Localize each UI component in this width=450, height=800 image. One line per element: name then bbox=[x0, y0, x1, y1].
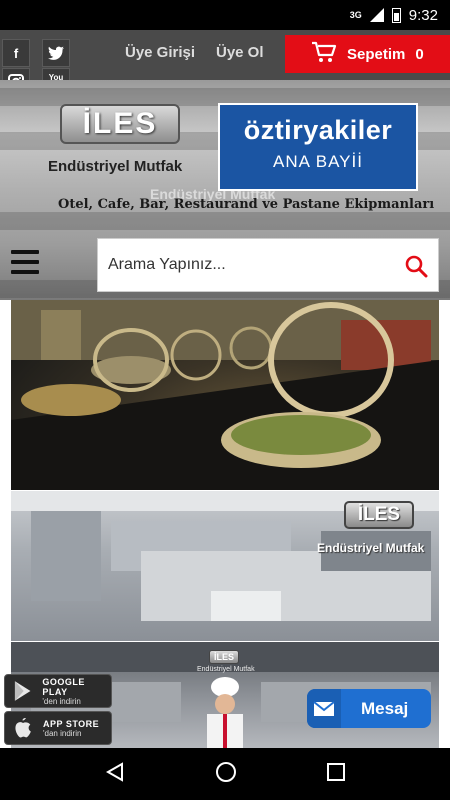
slide2-logo: İLES bbox=[344, 501, 414, 529]
network-type: 3G bbox=[349, 10, 362, 20]
search-bar bbox=[97, 238, 439, 292]
dealer-label: ANA BAYİİ bbox=[273, 152, 363, 171]
menu-icon[interactable] bbox=[11, 250, 39, 274]
cart-count: 0 bbox=[415, 45, 424, 63]
tagline: Otel, Cafe, Bar, Restaurand ve Pastane E… bbox=[58, 197, 435, 212]
message-button[interactable]: Mesaj bbox=[307, 689, 431, 728]
shopping-cart-icon bbox=[311, 41, 337, 67]
status-time: 9:32 bbox=[408, 6, 438, 24]
cart-label: Sepetim bbox=[347, 45, 406, 63]
home-icon[interactable] bbox=[215, 761, 237, 788]
google-play-icon bbox=[14, 681, 31, 701]
system-navbar bbox=[0, 748, 450, 800]
recents-icon[interactable] bbox=[327, 762, 345, 786]
slide-buffet[interactable] bbox=[11, 300, 439, 490]
dealer-brand: öztiryakiler bbox=[243, 115, 393, 145]
slide3-subtitle: Endüstriyel Mutfak bbox=[197, 666, 255, 673]
status-bar: 3G 9:32 bbox=[0, 0, 450, 30]
app-store-title: APP STORE bbox=[43, 718, 100, 729]
slide-kitchen[interactable]: İLES Endüstriyel Mutfak bbox=[11, 491, 439, 641]
google-play-badge[interactable]: GOOGLE PLAY 'den indirin bbox=[4, 674, 112, 708]
back-icon[interactable] bbox=[105, 761, 125, 787]
slide3-logo: İLES bbox=[209, 650, 239, 664]
cart-button[interactable]: Sepetim 0 bbox=[285, 35, 450, 73]
battery-icon bbox=[391, 7, 401, 23]
envelope-icon bbox=[307, 689, 341, 728]
app-store-badge[interactable]: APP STORE 'dan indirin bbox=[4, 711, 112, 745]
app-store-sub: 'dan indirin bbox=[43, 728, 82, 738]
google-play-title: GOOGLE PLAY bbox=[42, 676, 85, 697]
signal-icon bbox=[369, 8, 384, 22]
iles-subtitle: Endüstriyel Mutfak bbox=[48, 158, 183, 175]
twitter-icon[interactable] bbox=[42, 39, 70, 67]
iles-logo: İLES bbox=[60, 104, 180, 144]
facebook-icon[interactable]: f bbox=[2, 39, 30, 67]
login-link[interactable]: Üye Girişi bbox=[125, 44, 195, 61]
message-label: Mesaj bbox=[361, 698, 409, 718]
search-icon[interactable] bbox=[404, 254, 428, 283]
apple-icon bbox=[15, 718, 31, 738]
register-link[interactable]: Üye Ol bbox=[216, 44, 264, 61]
slide2-subtitle: Endüstriyel Mutfak bbox=[317, 541, 425, 555]
search-input[interactable] bbox=[108, 256, 388, 274]
google-play-sub: 'den indirin bbox=[42, 696, 81, 706]
dealer-logo: öztiryakiler ANA BAYİİ bbox=[218, 103, 418, 191]
